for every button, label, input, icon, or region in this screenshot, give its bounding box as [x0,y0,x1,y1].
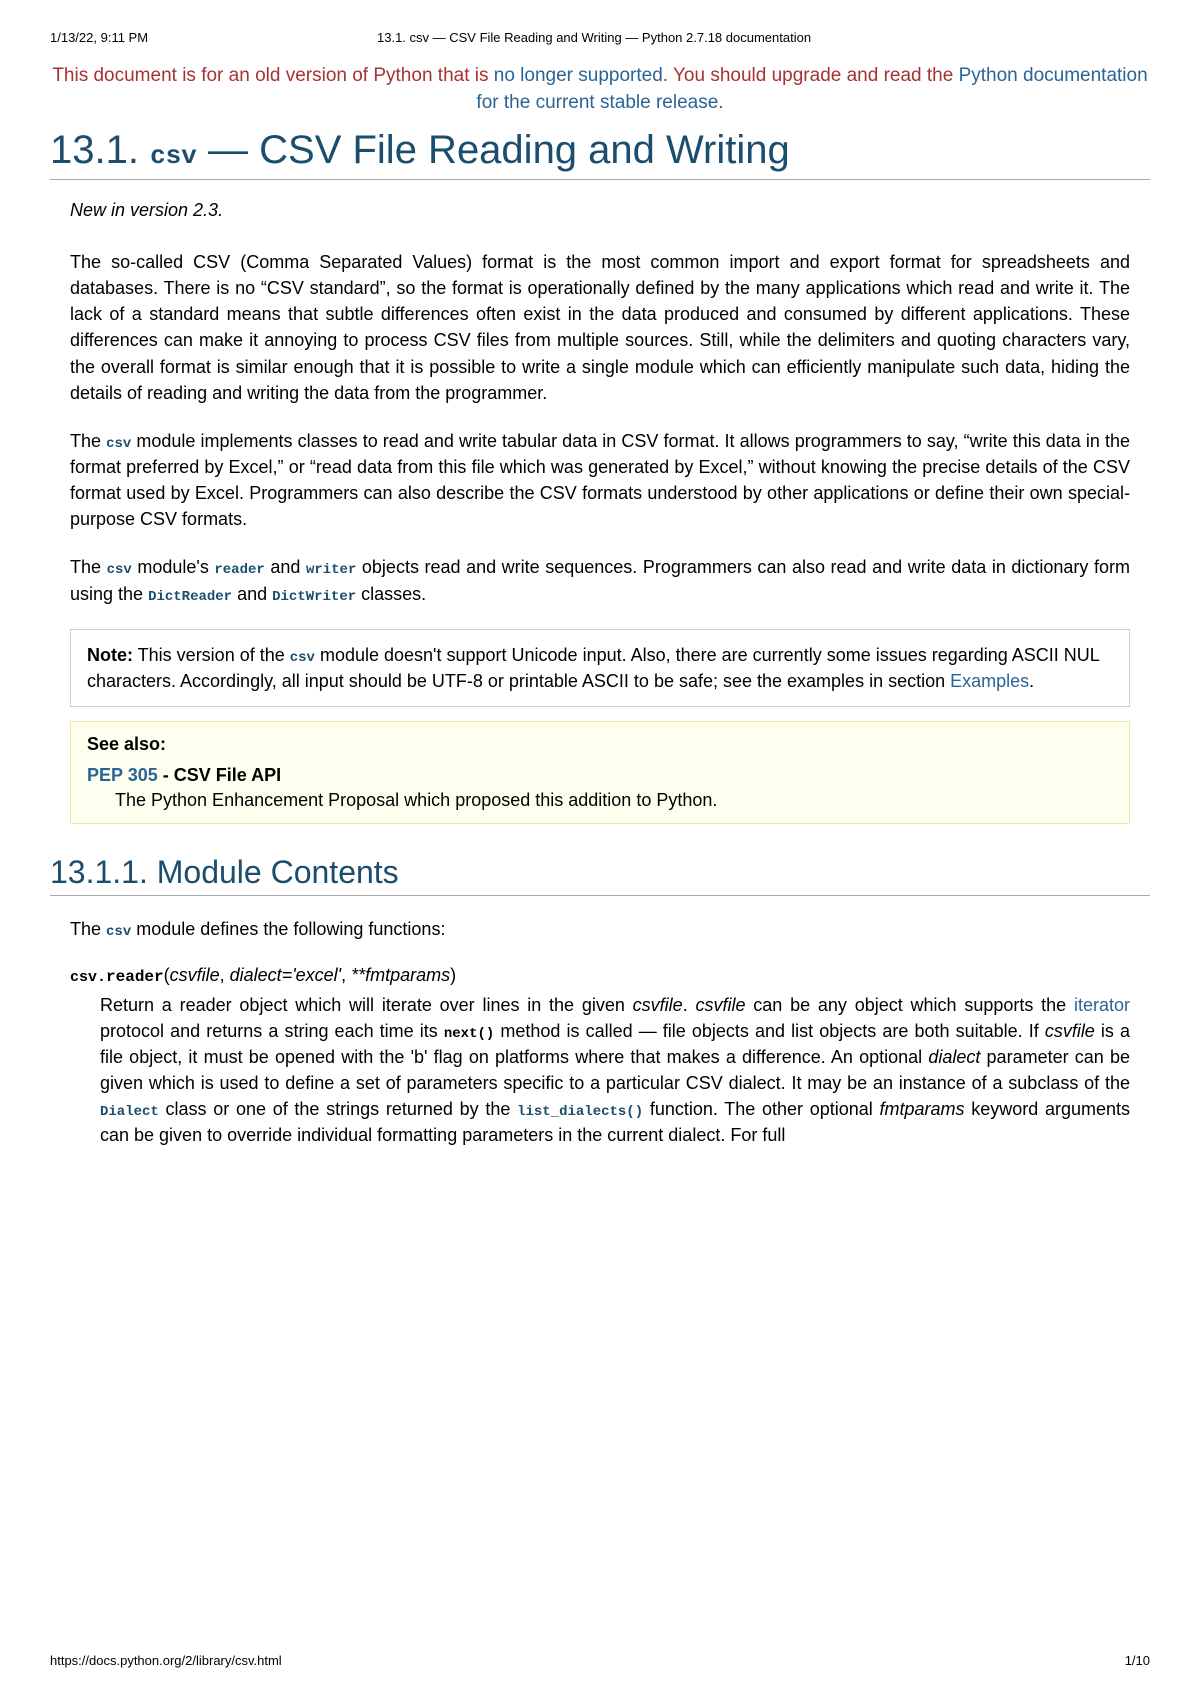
module-contents-body: The csv module defines the following fun… [70,916,1130,1148]
pep-line: PEP 305 - CSV File API [87,765,1113,786]
func-signature-reader: csv.reader(csvfile, dialect='excel', **f… [70,965,1130,986]
intro-paragraph-1: The so-called CSV (Comma Separated Value… [70,249,1130,406]
iterator-link[interactable]: iterator [1074,995,1130,1015]
banner-text-suffix: . [718,92,723,113]
banner-text-prefix: This document is for an old version of P… [52,65,493,86]
title-number: 13.1. [50,128,150,172]
deprecation-banner: This document is for an old version of P… [50,63,1150,116]
see-also-label: See also: [87,734,1113,755]
csv-code: csv [106,436,131,452]
csvfile-em: csvfile [1045,1021,1095,1041]
note-box: Note: This version of the csv module doe… [70,629,1130,707]
title-dash: — [197,128,259,172]
footer-page-num: 1/10 [1125,1653,1150,1668]
version-added: New in version 2.3. [70,200,1130,221]
print-timestamp: 1/13/22, 9:11 PM [50,30,148,45]
pep-title: - CSV File API [158,765,281,785]
banner-text-mid: . You should upgrade and read the [663,65,959,86]
print-footer: https://docs.python.org/2/library/csv.ht… [50,1653,1150,1668]
note-label: Note: [87,645,133,665]
page: 1/13/22, 9:11 PM 13.1. csv — CSV File Re… [0,0,1200,1698]
csvfile-em: csvfile [633,995,683,1015]
reader-code: reader [214,562,264,578]
func-name: reader [106,968,164,986]
title-code: csv [150,141,197,171]
writer-code: writer [306,562,356,578]
section-module-contents: 13.1.1. Module Contents [50,854,1150,896]
no-longer-supported-link[interactable]: no longer supported [494,65,663,86]
examples-link[interactable]: Examples [950,671,1029,691]
print-header-spacer [1040,30,1150,45]
next-code: next() [444,1026,494,1042]
pep-description: The Python Enhancement Proposal which pr… [115,790,1113,811]
print-header: 1/13/22, 9:11 PM 13.1. csv — CSV File Re… [50,30,1150,45]
param-dialect: dialect='excel' [230,965,341,985]
param-fmt: **fmtparams [351,965,450,985]
pep-link[interactable]: PEP 305 [87,765,158,785]
intro-paragraph-2: The csv module implements classes to rea… [70,428,1130,533]
func-module: csv. [70,969,106,986]
dictreader-code: DictReader [148,589,232,605]
param-csvfile: csvfile [170,965,220,985]
csv-code: csv [107,562,132,578]
list-dialects-code: list_dialects() [517,1104,643,1120]
print-doc-title: 13.1. csv — CSV File Reading and Writing… [148,30,1040,45]
module-intro: The csv module defines the following fun… [70,916,1130,942]
dictwriter-code: DictWriter [272,589,356,605]
page-title: 13.1. csv — CSV File Reading and Writing [50,128,1150,180]
dialect-code: Dialect [100,1104,159,1120]
csv-code: csv [290,650,315,666]
dialect-em: dialect [928,1047,980,1067]
intro-paragraph-3: The csv module's reader and writer objec… [70,554,1130,607]
see-also-box: See also: PEP 305 - CSV File API The Pyt… [70,721,1130,824]
fmtparams-em: fmtparams [879,1099,964,1119]
csv-code: csv [106,924,131,940]
title-text: CSV File Reading and Writing [259,128,790,172]
func-description-reader: Return a reader object which will iterat… [100,992,1130,1149]
footer-url: https://docs.python.org/2/library/csv.ht… [50,1653,282,1668]
content-body: New in version 2.3. The so-called CSV (C… [70,200,1130,824]
csvfile-em: csvfile [695,995,745,1015]
